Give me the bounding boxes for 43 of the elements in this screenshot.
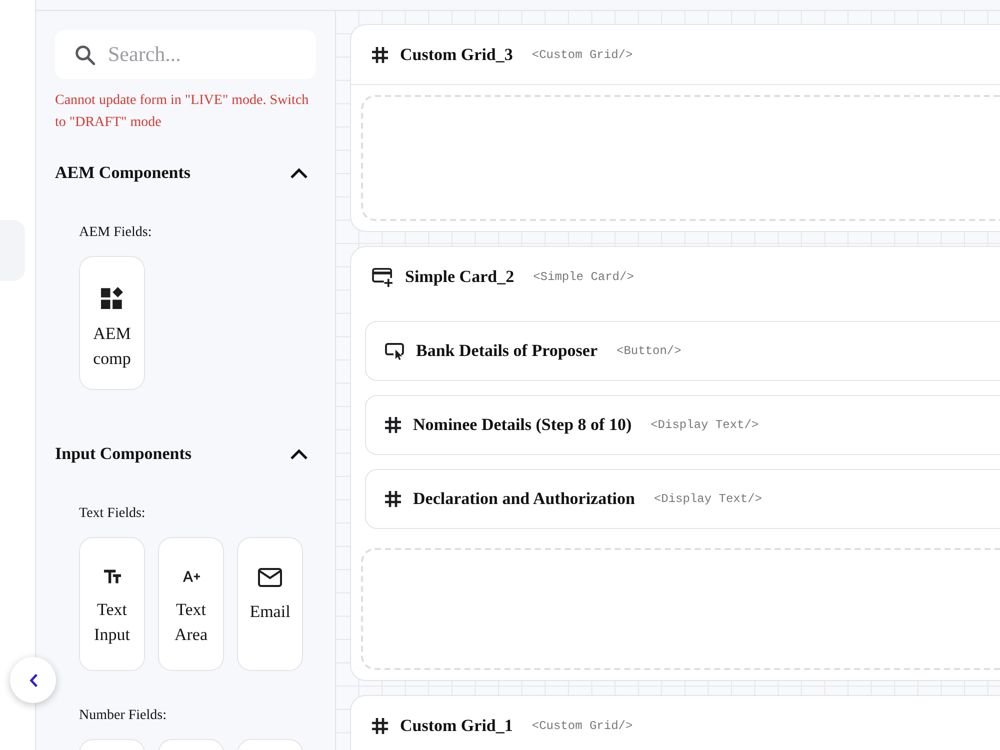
component-tag: <Button/> (616, 344, 682, 358)
component-tile[interactable]: Text Input (79, 537, 145, 671)
component-tag: <Custom Grid/> (532, 718, 633, 732)
component-tile[interactable]: AEM comp (79, 256, 145, 390)
chevron-up-icon[interactable] (290, 448, 308, 460)
group-label: AEM Fields: (79, 224, 153, 242)
mail-icon (258, 568, 282, 587)
hash-icon (372, 46, 388, 62)
component-card[interactable]: Custom Grid_3 <Custom Grid/> (350, 24, 1000, 232)
component-tile[interactable]: Text Area (158, 537, 224, 671)
hash-icon (385, 417, 401, 433)
component-title: Bank Details of Proposer (416, 341, 598, 361)
widgets-icon (101, 287, 123, 309)
error-message: Cannot update form in "LIVE" mode. Switch to "DRAFT" mode (55, 92, 310, 132)
component-card[interactable]: Bank Details of Proposer <Button/> (365, 321, 1000, 381)
component-title: Custom Grid_1 (400, 716, 513, 736)
component-tag: <Custom Grid/> (532, 48, 633, 62)
group-label: Text Fields: (79, 505, 146, 523)
hash-icon (372, 718, 388, 734)
chevron-left-icon (28, 672, 38, 688)
component-title: Nominee Details (Step 8 of 10) (413, 415, 632, 435)
hash-icon (385, 491, 401, 507)
letter-plus-icon (182, 568, 200, 585)
component-tag: <Display Text/> (650, 418, 759, 432)
component-tag: <Simple Card/> (533, 270, 634, 284)
component-card[interactable]: Nominee Details (Step 8 of 10) <Display Text/> (365, 395, 1000, 455)
search-icon (75, 44, 95, 64)
section-title: Input Components (55, 444, 192, 464)
component-title: Simple Card_2 (405, 267, 514, 287)
component-card[interactable]: Declaration and Authorization <Display Text/> (365, 469, 1000, 529)
component-tag: <Display Text/> (654, 492, 762, 506)
component-title: Custom Grid_3 (400, 44, 513, 64)
component-title: Declaration and Authorization (413, 489, 635, 509)
component-card[interactable]: Custom Grid_1 <Custom Grid/> (350, 695, 1000, 750)
component-tile[interactable]: Email (237, 537, 303, 671)
component-card[interactable]: Simple Card_2 <Simple Card/> Bank Details of Proposer <Button/> Nominee Details (Step 8 of 10) <Display Text/> Declaration and Authorization <Display Text/> (350, 246, 1000, 681)
group-label: Number Fields: (79, 707, 168, 725)
section-title: AEM Components (55, 163, 191, 183)
card-plus-icon (372, 268, 393, 286)
text-size-icon (104, 568, 120, 585)
pointer-button-icon (385, 342, 404, 360)
chevron-up-icon[interactable] (290, 167, 308, 179)
search-field[interactable]: Search... (55, 30, 316, 79)
